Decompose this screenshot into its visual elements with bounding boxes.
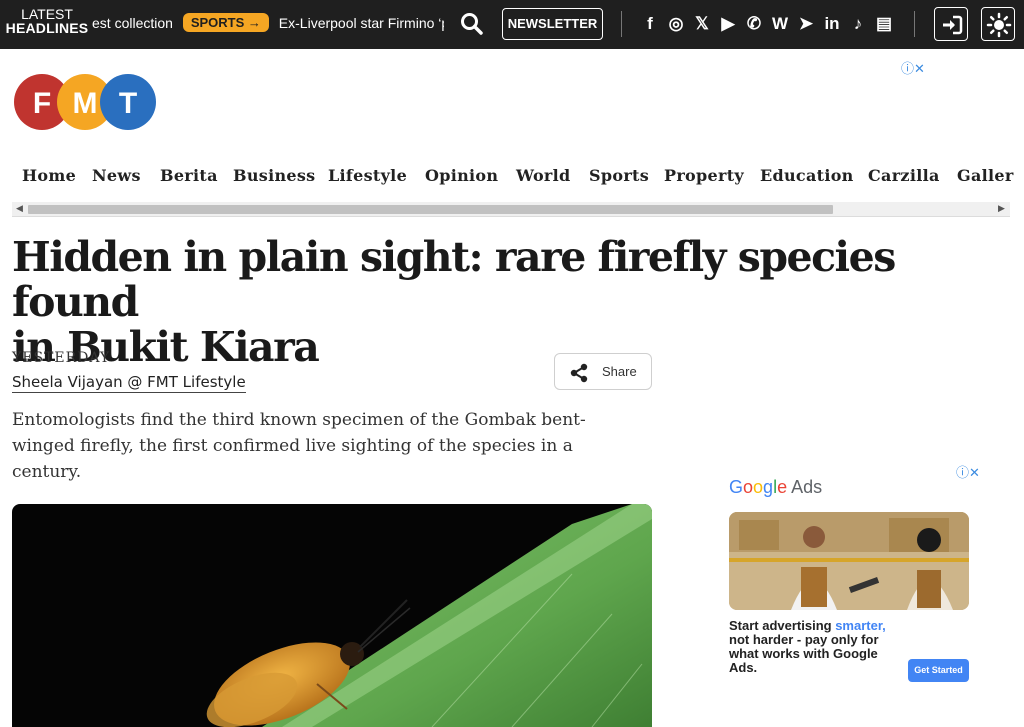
theme-toggle-button[interactable] [981,7,1015,41]
search-button[interactable] [458,10,486,38]
nav-item-world[interactable]: World [516,166,571,185]
nav-item-gallery[interactable]: Galler [957,166,1014,185]
author-link[interactable]: Sheela Vijayan @ FMT Lifestyle [12,373,246,393]
search-icon [461,13,483,35]
nav-item-carzilla[interactable]: Carzilla [868,166,940,185]
logo-letter-m: M [73,87,98,120]
x-icon[interactable]: 𝕏 [692,13,712,35]
ad-image[interactable] [729,512,969,610]
google-wordmark: Google [729,477,787,497]
headline-line: Hidden in plain sight: rare firefly spec… [12,233,896,326]
headline-ticker[interactable]: est collection SPORTS → Ex-Liverpool sta… [92,13,444,37]
share-button[interactable]: Share [554,353,652,390]
telegram-icon[interactable]: ➤ [796,13,816,35]
ad-copy-highlight: smarter, [835,618,886,633]
headlines-label: HEADLINES [5,20,89,36]
share-icon [570,363,588,383]
nav-item-berita[interactable]: Berita [160,166,218,185]
logo-letter-t: T [119,87,137,120]
sun-icon [986,12,1012,38]
scrollbar-thumb[interactable] [28,205,833,214]
sign-in-icon [943,15,963,35]
nav-item-property[interactable]: Property [664,166,744,185]
scroll-left-arrow-icon[interactable]: ◀ [16,204,23,214]
whatsapp-icon[interactable]: ✆ [744,13,764,35]
nav-item-home[interactable]: Home [22,166,76,185]
adchoices-icon[interactable]: ⓘ✕ [901,58,925,77]
nav-item-lifestyle[interactable]: Lifestyle [328,166,407,185]
google-ads-logo: Google Ads [729,477,822,498]
fmt-logo-mark: F M T [14,74,156,130]
ad-copy[interactable]: Start advertising smarter, not harder - … [729,619,904,675]
article-headline: Hidden in plain sight: rare firefly spec… [12,235,1012,370]
instagram-icon[interactable]: ◎ [666,13,686,35]
google-letter: e [777,477,788,497]
ticker-item[interactable]: Ex-Liverpool star Firmino ‘pu [279,15,444,31]
social-links: f ◎ 𝕏 ▶ ✆ W ➤ in ♪ ▤ [640,13,894,35]
top-bar: LATEST HEADLINES est collection SPORTS →… [0,0,1024,49]
latest-label: LATEST [21,6,73,22]
tiktok-icon[interactable]: ♪ [848,13,868,35]
divider [914,11,915,37]
youtube-icon[interactable]: ▶ [718,13,738,35]
google-letter: g [763,477,774,497]
adchoices-icon[interactable]: ⓘ✕ [956,462,980,481]
ad-copy-text: not harder - pay only for what works wit… [729,632,879,675]
google-letter: G [729,477,744,497]
firefly-on-leaf-image [206,504,652,727]
nav-item-news[interactable]: News [92,166,141,185]
ticker-item[interactable]: est collection [92,15,173,31]
google-letter: o [753,477,764,497]
newsletter-button[interactable]: NEWSLETTER [502,8,603,40]
article-date: YESTERDAY [12,350,111,366]
ad-get-started-button[interactable]: Get Started [908,659,969,682]
facebook-icon[interactable]: f [640,13,660,35]
warehouse-workers-image [729,512,969,610]
nav-item-business[interactable]: Business [233,166,315,185]
nav-scrollbar[interactable]: ◀ ▶ [12,202,1010,217]
nav-item-education[interactable]: Education [760,166,854,185]
scroll-right-arrow-icon[interactable]: ▶ [998,204,1005,214]
ad-copy-text: Start advertising [729,618,836,633]
ads-wordmark: Ads [791,477,823,497]
login-button[interactable] [934,7,968,41]
latest-headlines-label: LATEST HEADLINES [4,7,90,35]
wikipedia-icon[interactable]: W [770,13,790,35]
fmt-logo[interactable]: F M T [13,72,157,132]
article-standfirst: Entomologists find the third known speci… [12,410,586,482]
nav-item-sports[interactable]: Sports [589,166,649,185]
nav-item-opinion[interactable]: Opinion [425,166,498,185]
article-hero-image[interactable] [12,504,652,727]
divider [621,11,622,37]
share-label: Share [602,364,637,379]
logo-letter-f: F [33,87,51,120]
main-nav: Home News Berita Business Lifestyle Opin… [0,166,1024,192]
google-letter: o [743,477,754,497]
ticker-category-badge[interactable]: SPORTS → [182,13,269,32]
linkedin-icon[interactable]: in [822,13,842,35]
google-news-icon[interactable]: ▤ [874,13,894,35]
